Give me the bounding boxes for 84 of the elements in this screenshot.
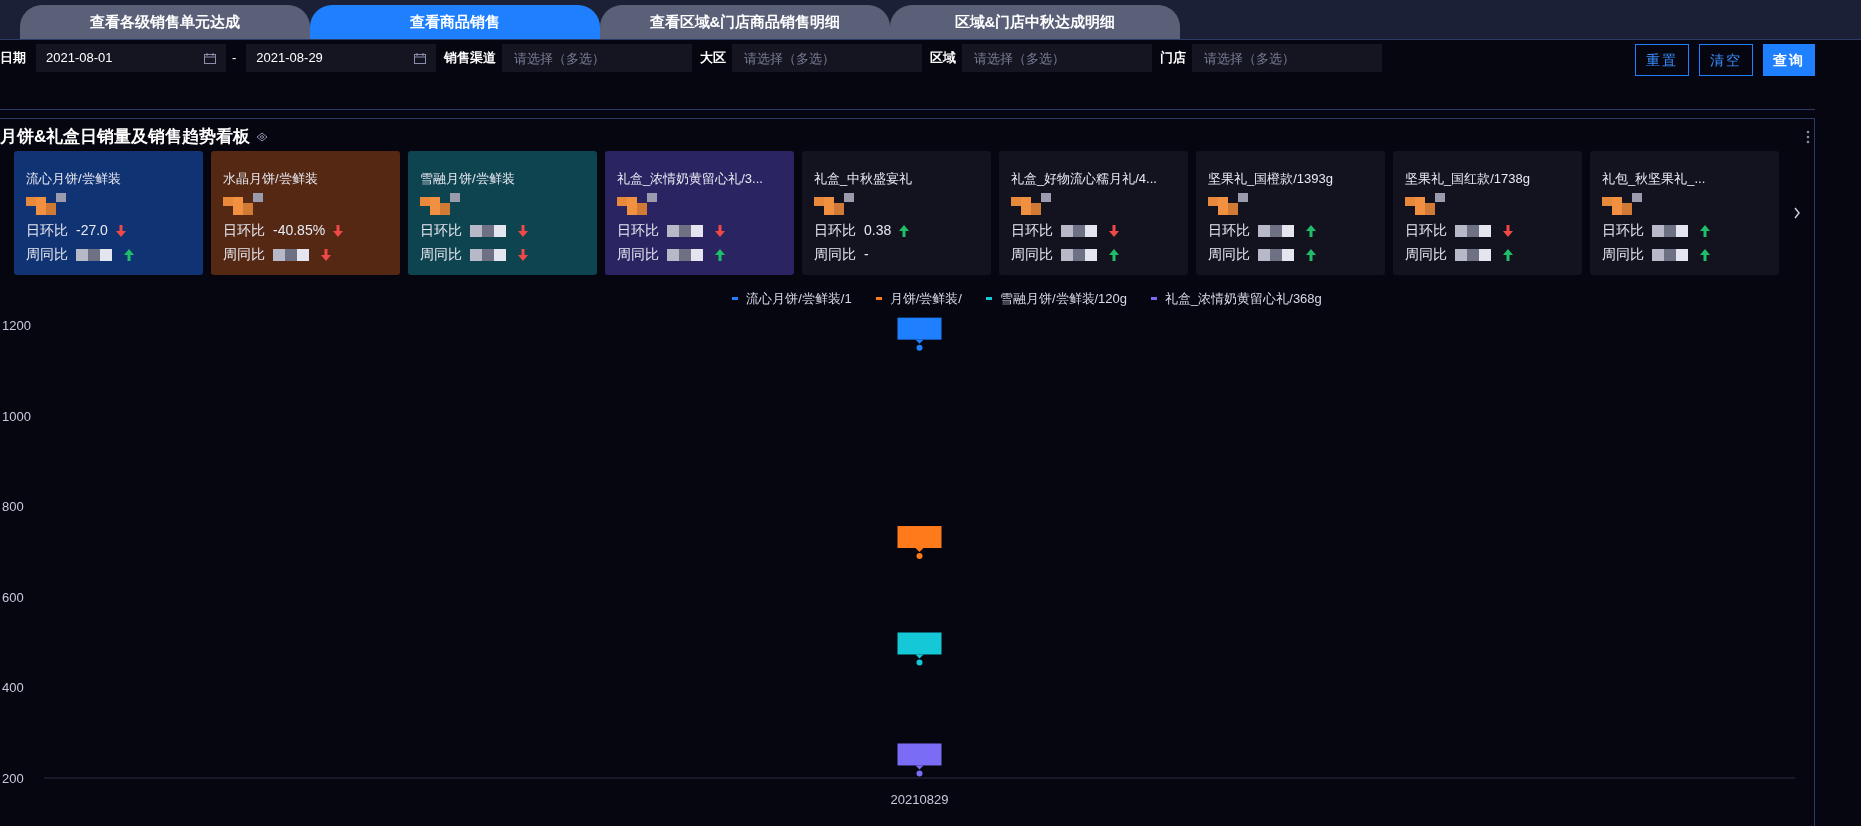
metric-label: 周同比 bbox=[26, 245, 68, 264]
y-axis-label: 600 bbox=[2, 589, 24, 605]
pixelated-data-label bbox=[897, 317, 942, 344]
data-point-marker[interactable] bbox=[916, 659, 923, 665]
eye-icon bbox=[256, 132, 269, 142]
y-axis-label: 400 bbox=[2, 679, 24, 695]
product-card[interactable]: 礼包_秋坚果礼_... 日环比 周同比 bbox=[1590, 151, 1779, 275]
tab[interactable]: 查看区域&门店商品销售明细 bbox=[600, 5, 890, 39]
field-label: 销售渠道 bbox=[444, 49, 497, 67]
product-name: 礼盒_好物流心糯月礼/4... bbox=[1011, 170, 1157, 188]
product-card[interactable]: 礼盒_浓情奶黄留心礼/3... 日环比 周同比 bbox=[605, 151, 794, 275]
y-axis-label: 800 bbox=[2, 498, 24, 514]
field-label: 日期 bbox=[0, 49, 26, 67]
product-name: 坚果礼_国红款/1738g bbox=[1405, 170, 1530, 188]
product-card[interactable]: 坚果礼_国红款/1738g 日环比 周同比 bbox=[1393, 151, 1582, 275]
y-axis-label: 1200 bbox=[2, 317, 31, 333]
tab[interactable]: 查看各级销售单元达成 bbox=[20, 5, 310, 39]
button[interactable]: 清空 bbox=[1699, 44, 1753, 76]
data-point-marker[interactable] bbox=[916, 552, 923, 559]
product-card[interactable]: 礼盒_好物流心糯月礼/4... 日环比 周同比 bbox=[999, 151, 1188, 275]
data-point-marker[interactable] bbox=[916, 344, 923, 351]
pixelated-data-label bbox=[897, 632, 942, 658]
metric-label: 日环比 bbox=[223, 221, 265, 240]
more-icon[interactable] bbox=[1806, 130, 1810, 144]
product-card[interactable]: 雪融月饼/尝鲜装 日环比 周同比 bbox=[408, 151, 597, 275]
tab[interactable]: 查看商品销售 bbox=[310, 5, 600, 39]
metric-label: 日环比 bbox=[1602, 221, 1644, 240]
product-name: 礼盒_中秋盛宴礼 bbox=[814, 170, 913, 188]
metric-label: 周同比 bbox=[420, 245, 462, 264]
metric-label: 日环比 bbox=[1208, 221, 1250, 240]
legend-label[interactable]: 月饼/尝鲜装/ bbox=[889, 289, 962, 309]
product-name: 雪融月饼/尝鲜装 bbox=[420, 170, 515, 188]
metric-label: 周同比 bbox=[814, 245, 856, 264]
legend-label[interactable]: 礼盒_浓情奶黄留心礼/368g bbox=[1165, 289, 1322, 309]
product-card[interactable]: 礼盒_中秋盛宴礼 日环比 0.38 周同比 - bbox=[802, 151, 991, 275]
metric-label: 周同比 bbox=[1602, 245, 1644, 264]
metric-label: 日环比 bbox=[26, 221, 68, 240]
field-label: 区域 bbox=[930, 49, 957, 67]
select-field[interactable]: 请选择（多选） bbox=[502, 44, 693, 72]
date-field[interactable]: 2021-08-29 bbox=[246, 44, 437, 72]
x-axis-label: 20210829 bbox=[890, 791, 949, 807]
metric-label: 日环比 bbox=[1405, 221, 1447, 240]
select-field[interactable]: 请选择（多选） bbox=[962, 44, 1153, 72]
product-card[interactable]: 坚果礼_国橙款/1393g 日环比 周同比 bbox=[1196, 151, 1385, 275]
select-field[interactable]: 请选择（多选） bbox=[1192, 44, 1383, 72]
product-name: 礼包_秋坚果礼_... bbox=[1602, 170, 1706, 188]
select-field[interactable]: 请选择（多选） bbox=[732, 44, 923, 72]
metric-value: 0.38 bbox=[864, 221, 892, 240]
y-axis-label: 200 bbox=[2, 770, 24, 786]
metric-value: -40.85% bbox=[273, 221, 326, 240]
metric-label: 日环比 bbox=[814, 221, 856, 240]
date-separator: - bbox=[232, 49, 237, 67]
product-name: 流心月饼/尝鲜装 bbox=[26, 170, 121, 188]
metric-label: 周同比 bbox=[617, 245, 659, 264]
calendar-icon bbox=[204, 52, 216, 64]
product-name: 水晶月饼/尝鲜装 bbox=[223, 170, 318, 188]
metric-label: 周同比 bbox=[1011, 245, 1053, 264]
product-card[interactable]: 流心月饼/尝鲜装 日环比 -27.0 周同比 bbox=[14, 151, 203, 275]
metric-label: 日环比 bbox=[1011, 221, 1053, 240]
y-axis-label: 1000 bbox=[2, 408, 31, 424]
metric-label: 日环比 bbox=[617, 221, 659, 240]
product-card[interactable]: 水晶月饼/尝鲜装 日环比 -40.85% 周同比 bbox=[211, 151, 400, 275]
field-label: 大区 bbox=[700, 49, 727, 67]
date-field[interactable]: 2021-08-01 bbox=[36, 44, 226, 72]
panel-title: 月饼&礼盒日销量及销售趋势看板 bbox=[0, 126, 251, 149]
next-icon[interactable] bbox=[1793, 207, 1801, 219]
product-name: 礼盒_浓情奶黄留心礼/3... bbox=[617, 170, 763, 188]
pixelated-data-label bbox=[897, 742, 942, 769]
button[interactable]: 重置 bbox=[1635, 44, 1689, 76]
button[interactable]: 查询 bbox=[1763, 44, 1815, 76]
tab[interactable]: 区域&门店中秋达成明细 bbox=[890, 5, 1180, 39]
metric-label: 日环比 bbox=[420, 221, 462, 240]
metric-label: 周同比 bbox=[223, 245, 265, 264]
pixelated-data-label bbox=[897, 525, 942, 552]
product-name: 坚果礼_国橙款/1393g bbox=[1208, 170, 1333, 188]
metric-value: -27.0 bbox=[76, 221, 108, 240]
legend-label[interactable]: 流心月饼/尝鲜装/1 bbox=[746, 289, 852, 309]
field-label: 门店 bbox=[1160, 49, 1187, 67]
data-point-marker[interactable] bbox=[916, 769, 923, 776]
metric-label: 周同比 bbox=[1405, 245, 1447, 264]
calendar-icon bbox=[414, 52, 427, 64]
legend-label[interactable]: 雪融月饼/尝鲜装/120g bbox=[999, 289, 1128, 309]
metric-value: - bbox=[864, 245, 869, 264]
metric-label: 周同比 bbox=[1208, 245, 1250, 264]
